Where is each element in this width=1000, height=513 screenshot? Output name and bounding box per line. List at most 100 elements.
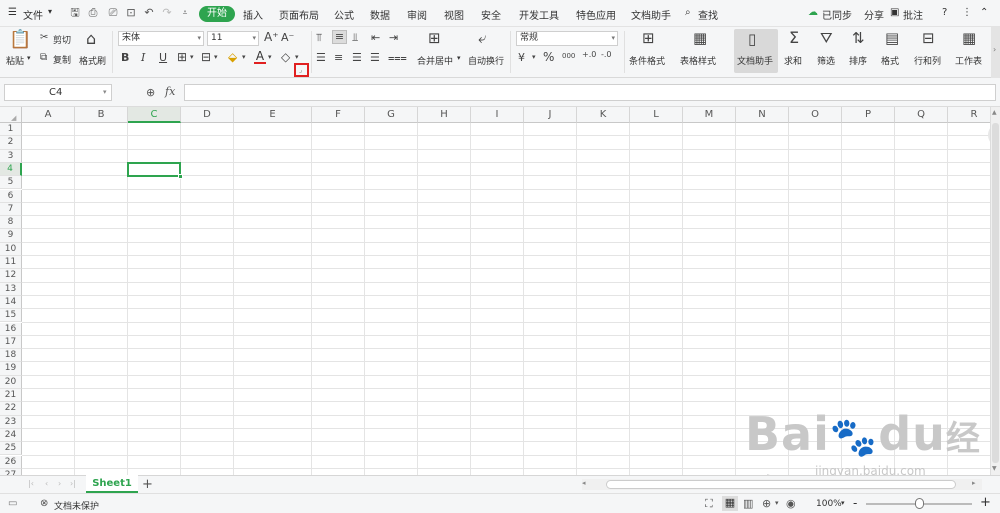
row-header-16[interactable]: 16 bbox=[0, 322, 22, 336]
tab-doc-assistant[interactable]: 文档助手 bbox=[631, 7, 671, 22]
chevron-down-icon[interactable]: ▾ bbox=[268, 54, 272, 61]
page-layout-view-icon[interactable]: ▥ bbox=[743, 497, 753, 510]
scroll-right-icon[interactable]: ▸ bbox=[972, 479, 976, 487]
bold-button[interactable]: B bbox=[121, 52, 129, 63]
tab-view[interactable]: 视图 bbox=[444, 7, 464, 22]
tab-insert[interactable]: 插入 bbox=[243, 7, 263, 22]
column-header-p[interactable]: P bbox=[842, 107, 895, 123]
align-left-icon[interactable]: ☰ bbox=[316, 52, 326, 63]
scroll-up-icon[interactable]: ▲ bbox=[992, 109, 997, 116]
sync-status[interactable]: 已同步 bbox=[822, 7, 852, 22]
column-header-f[interactable]: F bbox=[312, 107, 365, 123]
column-header-j[interactable]: J bbox=[524, 107, 577, 123]
copy-icon[interactable]: ⧉ bbox=[40, 53, 47, 63]
underline-button[interactable]: U bbox=[159, 52, 167, 63]
collapse-icon[interactable]: ⌃ bbox=[980, 7, 988, 18]
comment-button[interactable]: 批注 bbox=[903, 7, 923, 22]
next-sheet-icon[interactable]: › bbox=[58, 479, 61, 488]
paste-dropdown-icon[interactable]: ▾ bbox=[27, 54, 31, 62]
format-painter-button[interactable]: 格式刷 bbox=[79, 54, 106, 67]
horizontal-scrollbar[interactable]: ◂ ▸ bbox=[582, 479, 982, 490]
font-name-select[interactable]: 宋体 ▾ bbox=[118, 31, 204, 46]
row-header-24[interactable]: 24 bbox=[0, 428, 22, 443]
vertical-scrollbar[interactable]: ▲ ▼ bbox=[990, 107, 1000, 475]
align-bottom-icon[interactable]: ⫫ bbox=[352, 32, 358, 43]
last-sheet-icon[interactable]: ›| bbox=[70, 479, 76, 488]
row-header-25[interactable]: 25 bbox=[0, 442, 22, 456]
column-header-h[interactable]: H bbox=[418, 107, 471, 123]
h-scroll-thumb[interactable] bbox=[606, 480, 956, 489]
chevron-down-icon[interactable]: ▾ bbox=[457, 54, 461, 62]
tab-review[interactable]: 审阅 bbox=[407, 7, 427, 22]
help-button[interactable]: ? bbox=[942, 7, 947, 18]
distributed-icon[interactable]: ⩶ bbox=[388, 52, 407, 63]
column-header-q[interactable]: Q bbox=[895, 107, 948, 123]
scroll-left-icon[interactable]: ◂ bbox=[582, 479, 586, 487]
macro-icon[interactable]: ▭ bbox=[8, 498, 17, 509]
eye-protection-icon[interactable]: ◉ bbox=[786, 497, 796, 510]
row-header-15[interactable]: 15 bbox=[0, 309, 22, 323]
rows-cols-button[interactable]: 行和列 bbox=[914, 54, 941, 67]
first-sheet-icon[interactable]: |‹ bbox=[28, 479, 34, 488]
column-header-g[interactable]: G bbox=[365, 107, 418, 123]
column-header-n[interactable]: N bbox=[736, 107, 789, 123]
fx-button[interactable]: fx bbox=[165, 85, 175, 98]
row-header-1[interactable]: 1 bbox=[0, 123, 22, 137]
paste-button[interactable]: 粘贴 bbox=[6, 54, 24, 67]
wrap-text-icon[interactable]: ⤶ bbox=[478, 31, 486, 46]
column-header-e[interactable]: E bbox=[234, 107, 312, 123]
zoom-level[interactable]: 100% bbox=[816, 499, 842, 509]
cut-button[interactable]: 剪切 bbox=[53, 33, 71, 46]
undo-icon[interactable]: ↶ bbox=[142, 6, 156, 20]
font-size-select[interactable]: 11 ▾ bbox=[207, 31, 259, 46]
zoom-formula-icon[interactable]: ⊕ bbox=[146, 86, 155, 99]
row-header-26[interactable]: 26 bbox=[0, 455, 22, 469]
row-header-2[interactable]: 2 bbox=[0, 136, 22, 150]
ribbon-scroll-right[interactable]: › bbox=[991, 27, 1000, 78]
print-preview-icon[interactable]: ⊡ bbox=[124, 6, 138, 20]
currency-icon[interactable]: ¥ bbox=[518, 52, 525, 63]
menu-icon[interactable]: ☰ bbox=[8, 7, 17, 18]
conditional-format-button[interactable]: 条件格式 bbox=[629, 54, 665, 67]
row-header-17[interactable]: 17 bbox=[0, 335, 22, 350]
indent-increase-icon[interactable]: ⇥ bbox=[389, 32, 398, 43]
column-header-c[interactable]: C bbox=[128, 107, 181, 123]
page-break-view-icon[interactable]: ⊕ bbox=[762, 497, 771, 510]
font-settings-launcher-highlight[interactable]: ⌟ bbox=[294, 63, 309, 77]
zoom-out-button[interactable]: - bbox=[853, 496, 857, 510]
format-painter-icon[interactable]: ⌂ bbox=[86, 31, 96, 47]
row-header-4[interactable]: 4 bbox=[0, 162, 22, 177]
export-icon[interactable]: ⎙ bbox=[86, 6, 100, 20]
column-header-k[interactable]: K bbox=[577, 107, 630, 123]
row-header-3[interactable]: 3 bbox=[0, 149, 22, 163]
fill-handle[interactable] bbox=[178, 174, 183, 180]
sort-icon[interactable]: ⇅ bbox=[852, 31, 865, 46]
share-button[interactable]: 分享 bbox=[864, 7, 884, 22]
filter-button[interactable]: 筛选 bbox=[817, 54, 835, 67]
tab-security[interactable]: 安全 bbox=[481, 7, 501, 22]
table-style-button[interactable]: 表格样式 bbox=[680, 54, 716, 67]
save-icon[interactable]: 🖫 bbox=[68, 6, 82, 20]
print-icon[interactable]: ⎚ bbox=[106, 6, 120, 20]
paste-icon[interactable]: 📋 bbox=[9, 31, 31, 49]
formula-input[interactable] bbox=[184, 84, 996, 101]
percent-button[interactable]: % bbox=[543, 51, 554, 63]
customize-icon[interactable]: ⩡ bbox=[178, 6, 192, 20]
active-cell[interactable] bbox=[127, 161, 183, 180]
merge-style-icon[interactable]: ⊟ bbox=[201, 51, 211, 63]
font-color-icon[interactable]: A bbox=[254, 50, 266, 64]
column-header-m[interactable]: M bbox=[683, 107, 736, 123]
row-header-10[interactable]: 10 bbox=[0, 242, 22, 256]
more-icon[interactable]: ⋮ bbox=[962, 7, 972, 18]
chevron-down-icon[interactable]: ▾ bbox=[775, 499, 779, 507]
zoom-slider-knob[interactable] bbox=[915, 498, 924, 509]
chevron-down-icon[interactable]: ▾ bbox=[841, 499, 845, 507]
border-icon[interactable]: ⊞ bbox=[177, 51, 187, 63]
doc-assistant-button[interactable]: ▯ 文档助手 bbox=[734, 29, 778, 73]
protect-status[interactable]: 文档未保护 bbox=[54, 499, 99, 512]
merge-center-button[interactable]: 合并居中 bbox=[417, 54, 453, 67]
column-header-l[interactable]: L bbox=[630, 107, 683, 123]
row-header-18[interactable]: 18 bbox=[0, 349, 22, 363]
row-header-22[interactable]: 22 bbox=[0, 402, 22, 416]
merge-center-icon[interactable]: ⊞ bbox=[428, 31, 441, 46]
